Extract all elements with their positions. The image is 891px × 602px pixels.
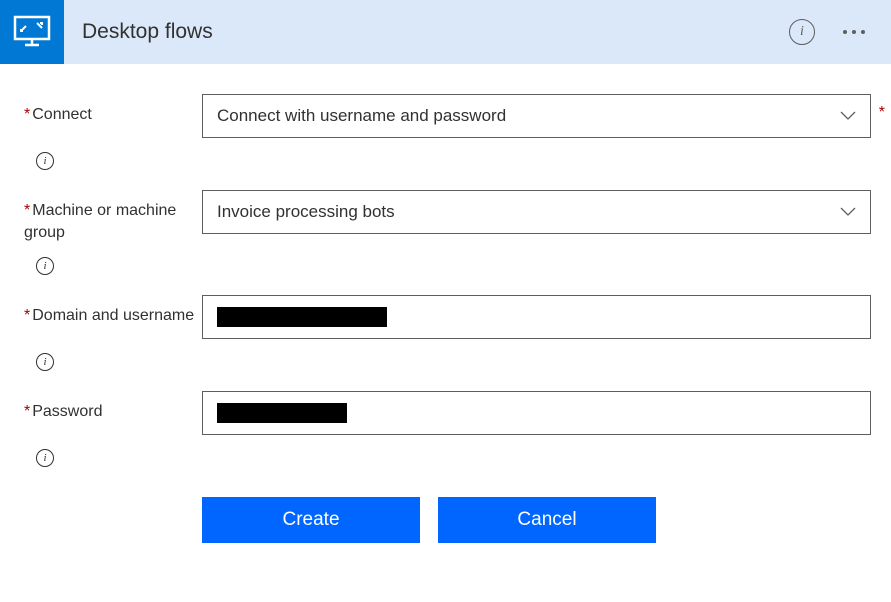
button-row: Create Cancel xyxy=(202,497,871,543)
connect-label: *Connect xyxy=(24,94,202,126)
required-marker: * xyxy=(24,202,30,219)
required-marker: * xyxy=(24,403,30,420)
more-icon[interactable] xyxy=(837,24,871,40)
header-bar: Desktop flows i xyxy=(0,0,891,64)
password-row: *Password xyxy=(24,391,871,435)
connect-select[interactable]: Connect with username and password xyxy=(202,94,871,138)
connect-info-icon[interactable]: i xyxy=(36,152,54,170)
form-area: *Connect Connect with username and passw… xyxy=(0,64,891,543)
desktop-icon xyxy=(13,15,51,49)
chevron-down-icon xyxy=(840,111,856,121)
header-title: Desktop flows xyxy=(82,20,213,44)
required-marker: * xyxy=(24,106,30,123)
chevron-down-icon xyxy=(840,207,856,217)
machine-row: *Machine or machine group Invoice proces… xyxy=(24,190,871,243)
info-icon[interactable]: i xyxy=(789,19,815,45)
create-button[interactable]: Create xyxy=(202,497,420,543)
required-marker: * xyxy=(24,307,30,324)
password-info-icon[interactable]: i xyxy=(36,449,54,467)
redacted-value xyxy=(217,307,387,327)
cancel-button[interactable]: Cancel xyxy=(438,497,656,543)
domain-row: *Domain and username xyxy=(24,295,871,339)
app-icon-box xyxy=(0,0,64,64)
password-label: *Password xyxy=(24,391,202,423)
required-marker: * xyxy=(879,104,885,122)
machine-label: *Machine or machine group xyxy=(24,190,202,243)
connect-row: *Connect Connect with username and passw… xyxy=(24,94,871,138)
connect-value: Connect with username and password xyxy=(217,106,506,126)
machine-select[interactable]: Invoice processing bots xyxy=(202,190,871,234)
domain-info-icon[interactable]: i xyxy=(36,353,54,371)
header-actions: i xyxy=(789,0,871,64)
machine-value: Invoice processing bots xyxy=(217,202,395,222)
machine-info-icon[interactable]: i xyxy=(36,257,54,275)
redacted-value xyxy=(217,403,347,423)
domain-input[interactable] xyxy=(202,295,871,339)
domain-label: *Domain and username xyxy=(24,295,202,327)
password-input[interactable] xyxy=(202,391,871,435)
